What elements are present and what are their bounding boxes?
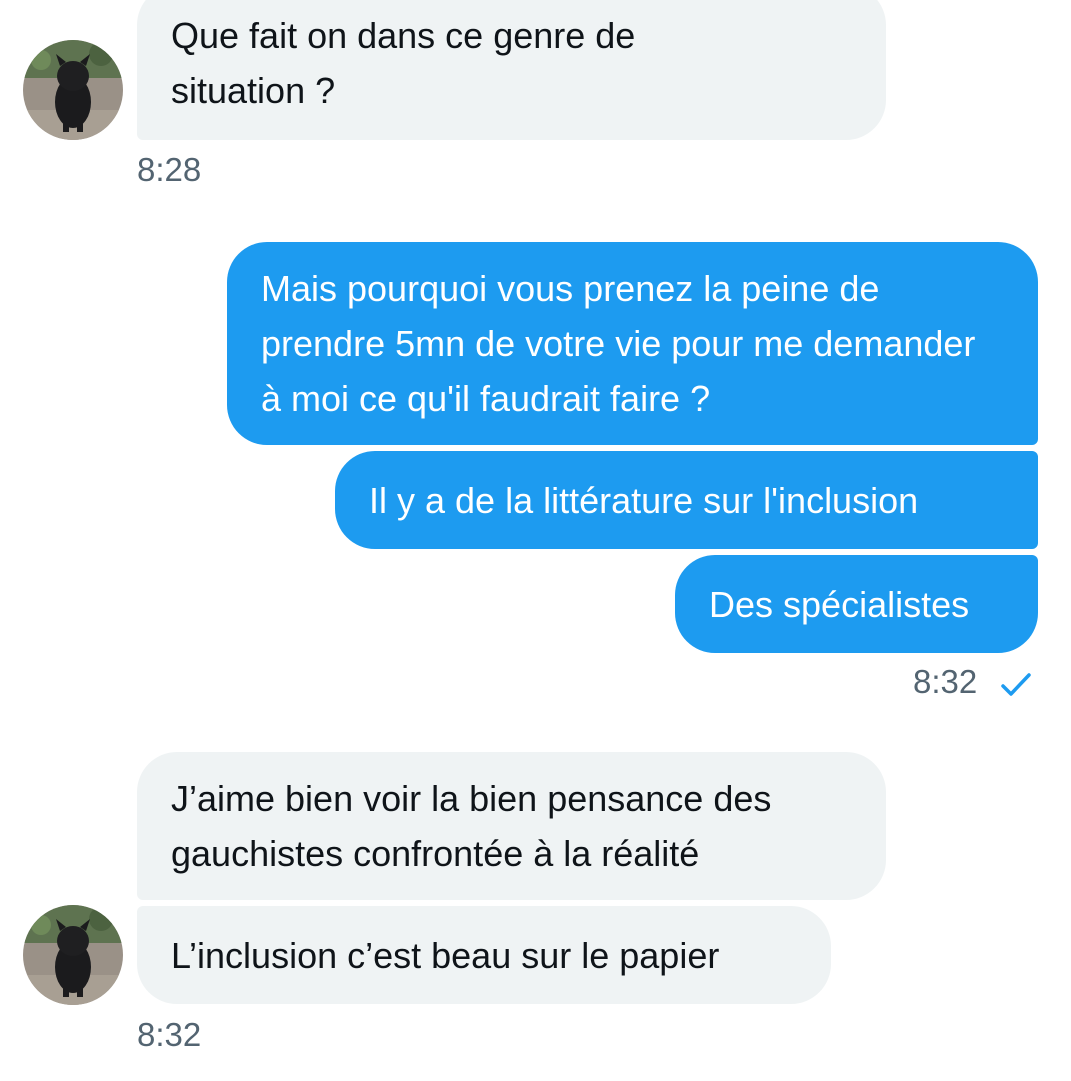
sent-message-bubble[interactable]: Mais pourquoi vous prenez la peine de pr… — [227, 242, 1038, 445]
checkmark-icon — [1001, 673, 1031, 696]
message-timestamp: 8:28 — [137, 151, 202, 188]
dog-avatar-image — [23, 905, 123, 1005]
message-text: Il y a de la littérature sur l'inclusion — [369, 479, 919, 521]
message-text: L’inclusion c’est beau sur le papier — [171, 934, 720, 976]
message-text: Mais pourquoi vous prenez la peine de pr… — [261, 268, 976, 419]
sender-avatar[interactable] — [23, 905, 123, 1005]
message-text: J’aime bien voir la bien pensance des ga… — [171, 778, 772, 874]
message-text: Que fait on dans ce genre de situation ? — [171, 14, 636, 111]
message-text: Des spécialistes — [709, 583, 970, 625]
dog-avatar-image — [23, 40, 123, 140]
sender-avatar[interactable] — [23, 40, 123, 140]
conversation-view: Que fait on dans ce genre de situation ?… — [0, 0, 1071, 1081]
received-message-bubble[interactable]: J’aime bien voir la bien pensance des ga… — [137, 752, 886, 900]
sent-message-bubble[interactable]: Des spécialistes — [675, 555, 1038, 653]
sent-message-bubble[interactable]: Il y a de la littérature sur l'inclusion — [335, 451, 1038, 549]
message-timestamp: 8:32 — [137, 1016, 202, 1053]
received-message-bubble[interactable]: Que fait on dans ce genre de situation ? — [137, 0, 886, 140]
message-timestamp: 8:32 — [913, 663, 978, 700]
received-message-bubble[interactable]: L’inclusion c’est beau sur le papier — [137, 906, 831, 1004]
